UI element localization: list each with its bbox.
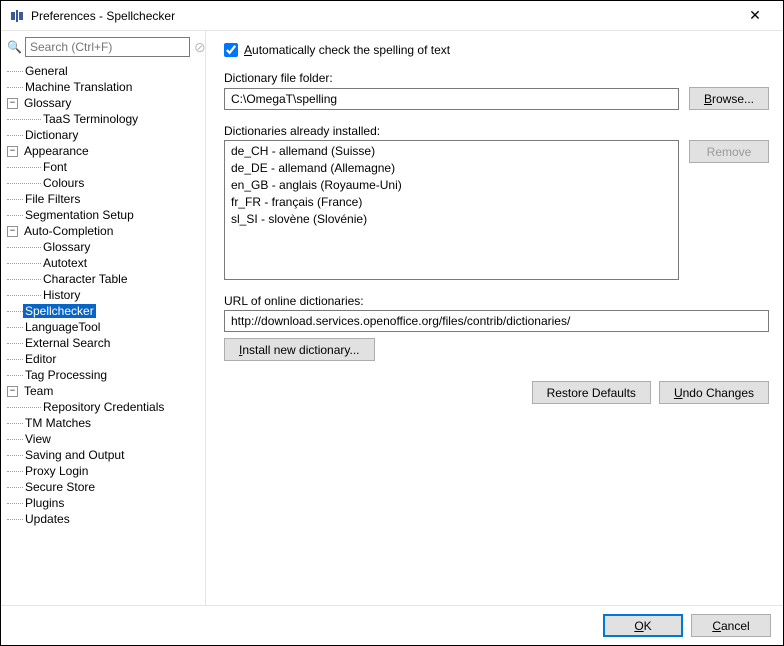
titlebar: Preferences - Spellchecker ✕ [1,1,783,31]
browse-button[interactable]: Browse... [689,87,769,110]
search-icon: 🔍 [7,40,21,54]
tree-item-ac-history[interactable]: History [7,287,205,303]
tree-item-secure-store[interactable]: Secure Store [7,479,205,495]
tree-item-ac-chartable[interactable]: Character Table [7,271,205,287]
tree-item-tm-matches[interactable]: TM Matches [7,415,205,431]
restore-defaults-button[interactable]: Restore Defaults [532,381,651,404]
cancel-button[interactable]: Cancel [691,614,771,637]
installed-dictionaries-list[interactable]: de_CH - allemand (Suisse) de_DE - allema… [224,140,679,280]
settings-panel: Automatically check the spelling of text… [206,31,783,605]
tree-item-spellchecker[interactable]: Spellchecker [7,303,205,319]
auto-check-checkbox[interactable] [224,43,238,57]
tree-item-segmentation-setup[interactable]: Segmentation Setup [7,207,205,223]
installed-label: Dictionaries already installed: [224,124,769,138]
tree-item-glossary[interactable]: −Glossary [7,95,205,111]
dialog-footer: OK Cancel [1,605,783,645]
tree-item-dictionary[interactable]: Dictionary [7,127,205,143]
collapse-icon[interactable]: − [7,386,18,397]
dict-folder-label: Dictionary file folder: [224,71,769,85]
list-item[interactable]: de_CH - allemand (Suisse) [231,143,672,160]
list-item[interactable]: fr_FR - français (France) [231,194,672,211]
auto-check-label: Automatically check the spelling of text [244,43,450,57]
left-panel: 🔍 ⊘ General Machine Translation −Glossar… [1,31,206,605]
tree-item-proxy-login[interactable]: Proxy Login [7,463,205,479]
clear-search-icon[interactable]: ⊘ [194,39,206,56]
tree-item-ac-glossary[interactable]: Glossary [7,239,205,255]
tree-item-auto-completion[interactable]: −Auto-Completion [7,223,205,239]
tree-item-machine-translation[interactable]: Machine Translation [7,79,205,95]
tree-item-font[interactable]: Font [7,159,205,175]
tree-item-plugins[interactable]: Plugins [7,495,205,511]
tree-item-saving-output[interactable]: Saving and Output [7,447,205,463]
list-item[interactable]: de_DE - allemand (Allemagne) [231,160,672,177]
ok-button[interactable]: OK [603,614,683,637]
undo-changes-button[interactable]: Undo Changes [659,381,769,404]
tree-item-team[interactable]: −Team [7,383,205,399]
tree-item-languagetool[interactable]: LanguageTool [7,319,205,335]
tree-item-appearance[interactable]: −Appearance [7,143,205,159]
list-item[interactable]: en_GB - anglais (Royaume-Uni) [231,177,672,194]
collapse-icon[interactable]: − [7,226,18,237]
app-icon [9,8,25,24]
tree-item-tag-processing[interactable]: Tag Processing [7,367,205,383]
tree-item-external-search[interactable]: External Search [7,335,205,351]
install-dictionary-button[interactable]: Install new dictionary... [224,338,375,361]
tree-item-file-filters[interactable]: File Filters [7,191,205,207]
close-icon[interactable]: ✕ [735,7,775,24]
dict-folder-input[interactable] [224,88,679,110]
tree-item-colours[interactable]: Colours [7,175,205,191]
collapse-icon[interactable]: − [7,146,18,157]
category-tree[interactable]: General Machine Translation −Glossary Ta… [1,61,205,605]
tree-item-view[interactable]: View [7,431,205,447]
tree-item-updates[interactable]: Updates [7,511,205,527]
tree-item-ac-autotext[interactable]: Autotext [7,255,205,271]
auto-check-row[interactable]: Automatically check the spelling of text [224,43,769,57]
tree-item-editor[interactable]: Editor [7,351,205,367]
list-item[interactable]: sl_SI - slovène (Slovénie) [231,211,672,228]
search-input[interactable] [25,37,190,57]
url-input[interactable] [224,310,769,332]
remove-button[interactable]: Remove [689,140,769,163]
collapse-icon[interactable]: − [7,98,18,109]
tree-item-repo-creds[interactable]: Repository Credentials [7,399,205,415]
tree-item-general[interactable]: General [7,63,205,79]
url-label: URL of online dictionaries: [224,294,769,308]
tree-item-taas[interactable]: TaaS Terminology [7,111,205,127]
window-title: Preferences - Spellchecker [31,9,735,23]
